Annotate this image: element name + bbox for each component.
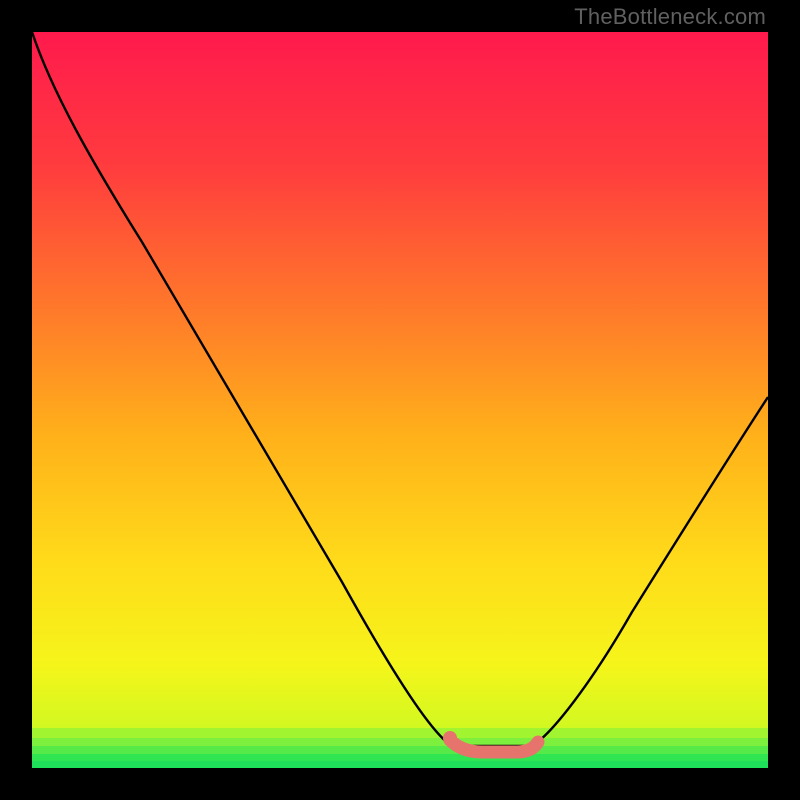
curves-layer xyxy=(32,32,768,768)
plot-area xyxy=(32,32,768,768)
chart-frame: TheBottleneck.com xyxy=(0,0,800,800)
watermark-text: TheBottleneck.com xyxy=(574,4,766,30)
bottleneck-curve xyxy=(32,32,768,746)
optimal-range-marker xyxy=(450,740,538,752)
